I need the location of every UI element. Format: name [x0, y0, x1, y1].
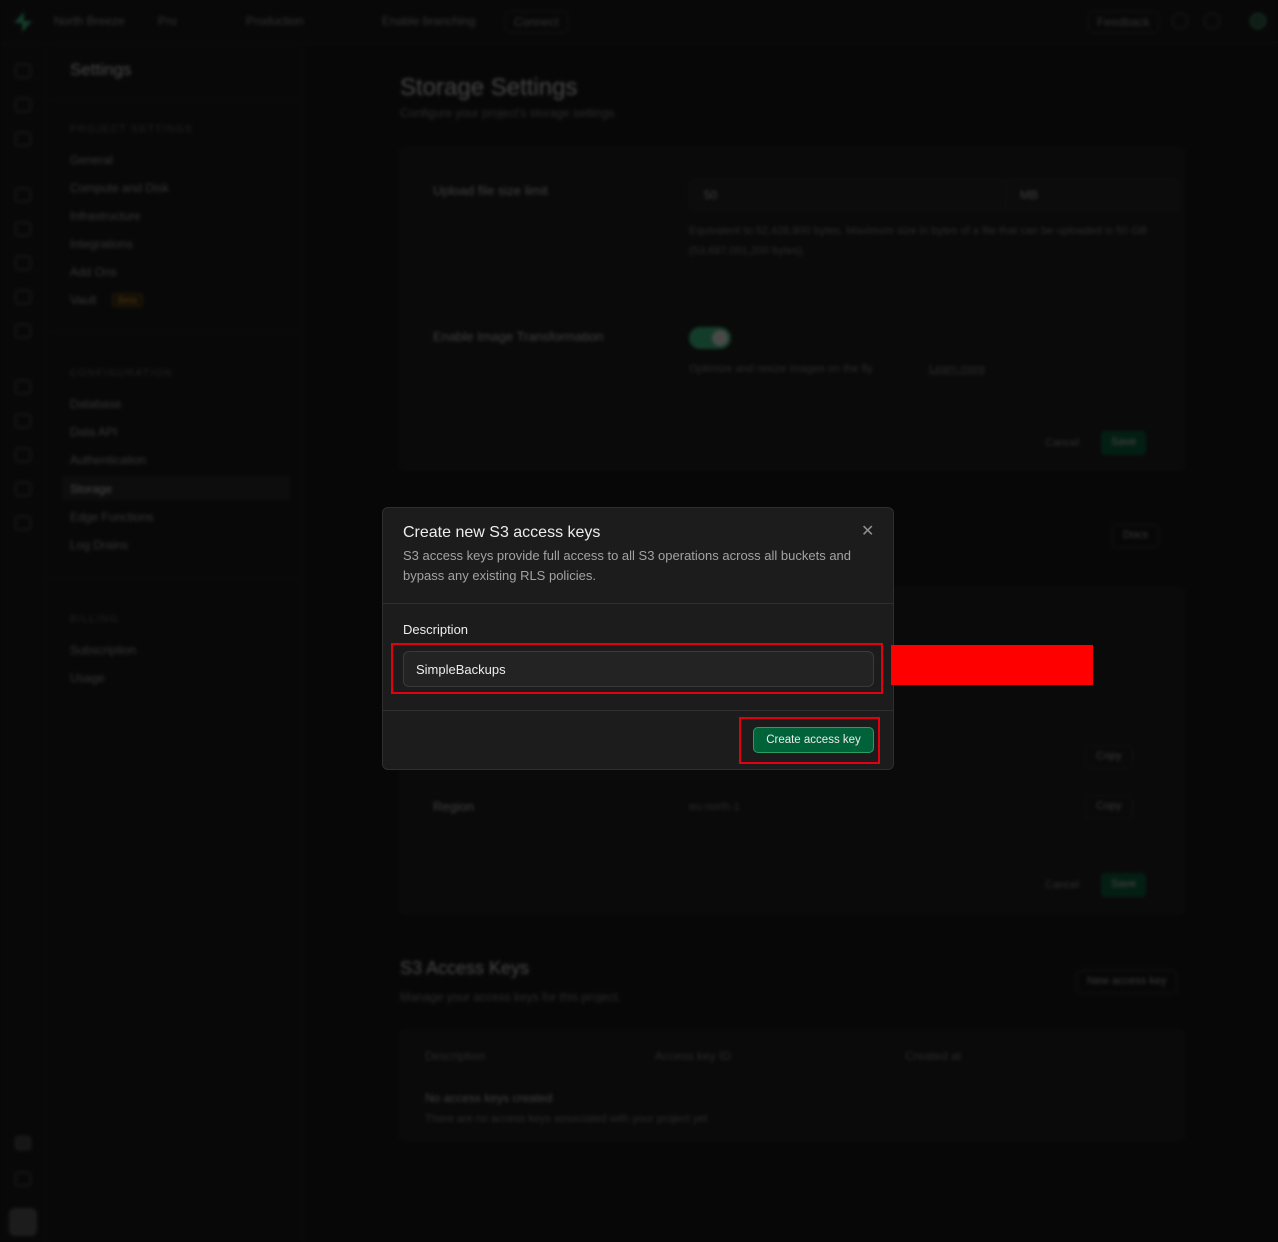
divider [383, 710, 893, 711]
close-icon[interactable]: ✕ [861, 524, 874, 540]
description-label: Description [403, 622, 469, 637]
divider [383, 603, 893, 604]
dialog-description: S3 access keys provide full access to al… [403, 548, 852, 583]
redaction-block [891, 645, 1093, 685]
input-highlight-box [391, 643, 883, 694]
button-highlight-box [739, 717, 880, 764]
dialog-title: Create new S3 access keys [403, 524, 601, 541]
